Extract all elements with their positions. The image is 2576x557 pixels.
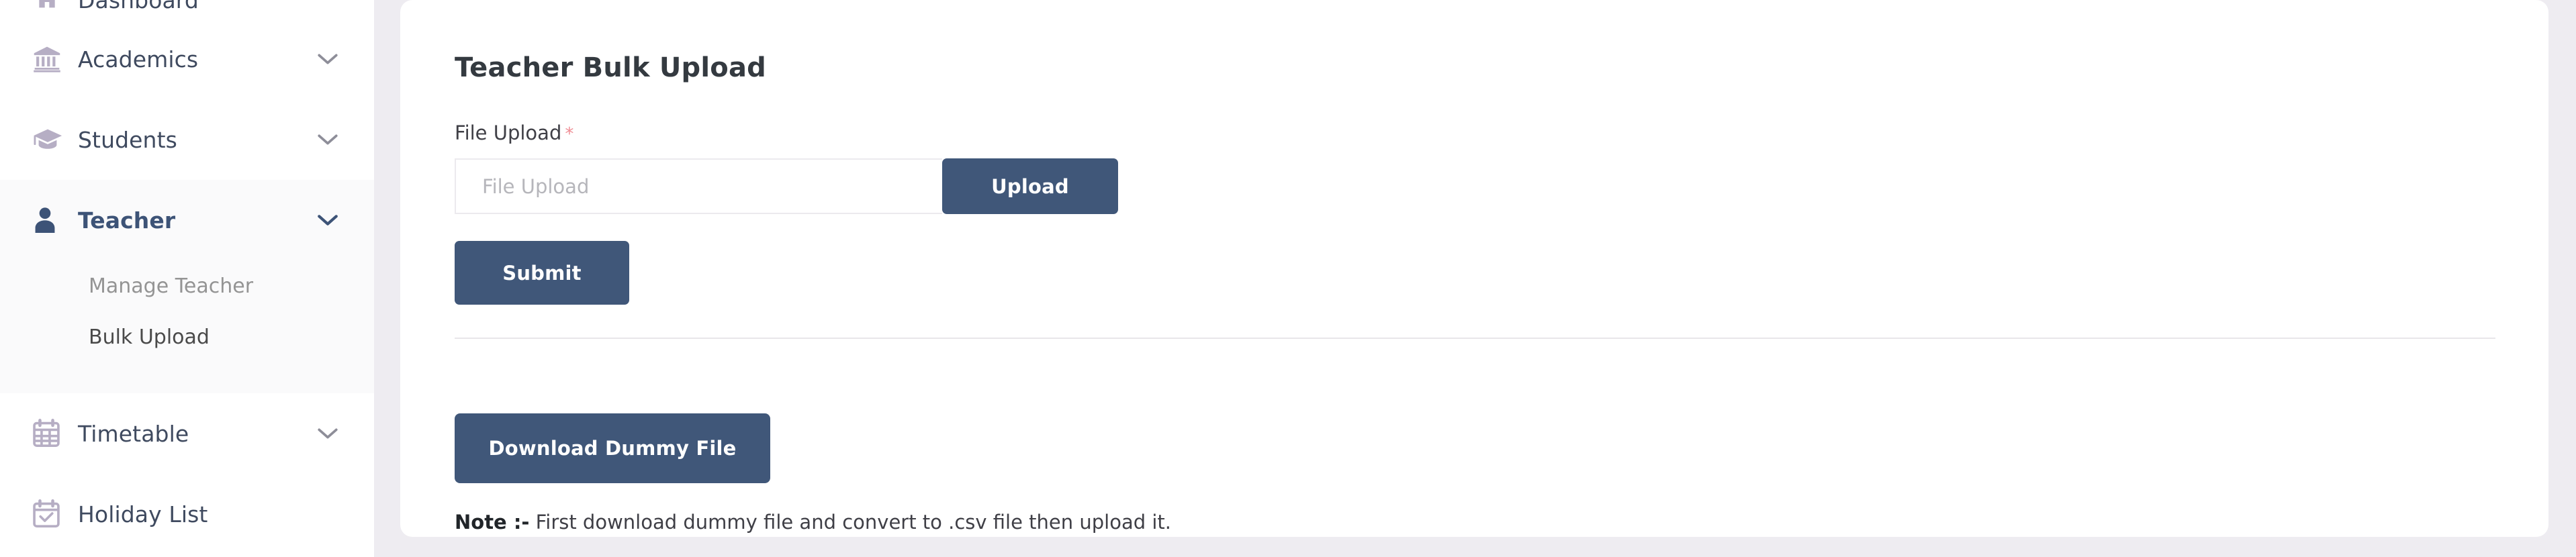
bulk-upload-card: Teacher Bulk Upload File Upload* Upload … [400, 0, 2548, 537]
upload-button[interactable]: Upload [942, 158, 1118, 214]
chevron-down-icon[interactable] [316, 213, 339, 227]
sidebar-item-label: Academics [78, 46, 199, 72]
sidebar-group-spacer [0, 362, 374, 393]
app-root: Dashboard Academics Students Teacher Man… [0, 0, 2576, 557]
sidebar-item-dashboard[interactable]: Dashboard [0, 0, 374, 19]
sidebar-item-label: Dashboard [78, 0, 199, 13]
graduation-cap-icon [32, 126, 70, 153]
required-asterisk: * [565, 124, 574, 144]
note-text: Note :- First download dummy file and co… [455, 511, 2548, 534]
sidebar-item-label: Timetable [78, 420, 189, 447]
note-prefix: Note :- [455, 511, 530, 534]
sidebar-subitem-manage-teacher[interactable]: Manage Teacher [0, 260, 374, 311]
sidebar-subitem-label: Bulk Upload [89, 325, 210, 349]
sidebar-subitem-bulk-upload[interactable]: Bulk Upload [0, 311, 374, 362]
file-upload-label: File Upload * [455, 83, 2548, 144]
file-upload-row: Upload [455, 158, 1118, 214]
sidebar-item-academics[interactable]: Academics [0, 19, 374, 99]
chevron-down-icon[interactable] [316, 133, 339, 146]
home-icon [32, 0, 70, 12]
note-body: First download dummy file and convert to… [529, 511, 1171, 534]
user-icon [32, 206, 70, 234]
calendar-grid-icon [32, 419, 70, 448]
bank-icon [32, 44, 70, 74]
chevron-down-icon[interactable] [316, 52, 339, 66]
chevron-down-icon[interactable] [316, 427, 339, 440]
file-upload-input[interactable] [455, 158, 942, 214]
sidebar-item-label: Teacher [78, 207, 176, 234]
sidebar-item-timetable[interactable]: Timetable [0, 393, 374, 474]
file-upload-label-text: File Upload [455, 121, 562, 144]
download-dummy-file-button[interactable]: Download Dummy File [455, 413, 770, 483]
sidebar-item-holiday-list[interactable]: Holiday List [0, 474, 374, 554]
submit-button[interactable]: Submit [455, 241, 629, 305]
sidebar-item-students[interactable]: Students [0, 99, 374, 180]
sidebar-group-teacher: Teacher Manage Teacher Bulk Upload [0, 180, 374, 393]
section-divider [455, 338, 2495, 339]
sidebar-item-label: Holiday List [78, 501, 208, 527]
sidebar: Dashboard Academics Students Teacher Man… [0, 0, 374, 557]
calendar-check-icon [32, 499, 70, 529]
sidebar-item-teacher[interactable]: Teacher [0, 180, 374, 260]
sidebar-item-label: Students [78, 126, 177, 153]
main-content: Teacher Bulk Upload File Upload* Upload … [374, 0, 2576, 557]
page-title: Teacher Bulk Upload [455, 52, 766, 83]
sidebar-subitem-label: Manage Teacher [89, 274, 254, 298]
